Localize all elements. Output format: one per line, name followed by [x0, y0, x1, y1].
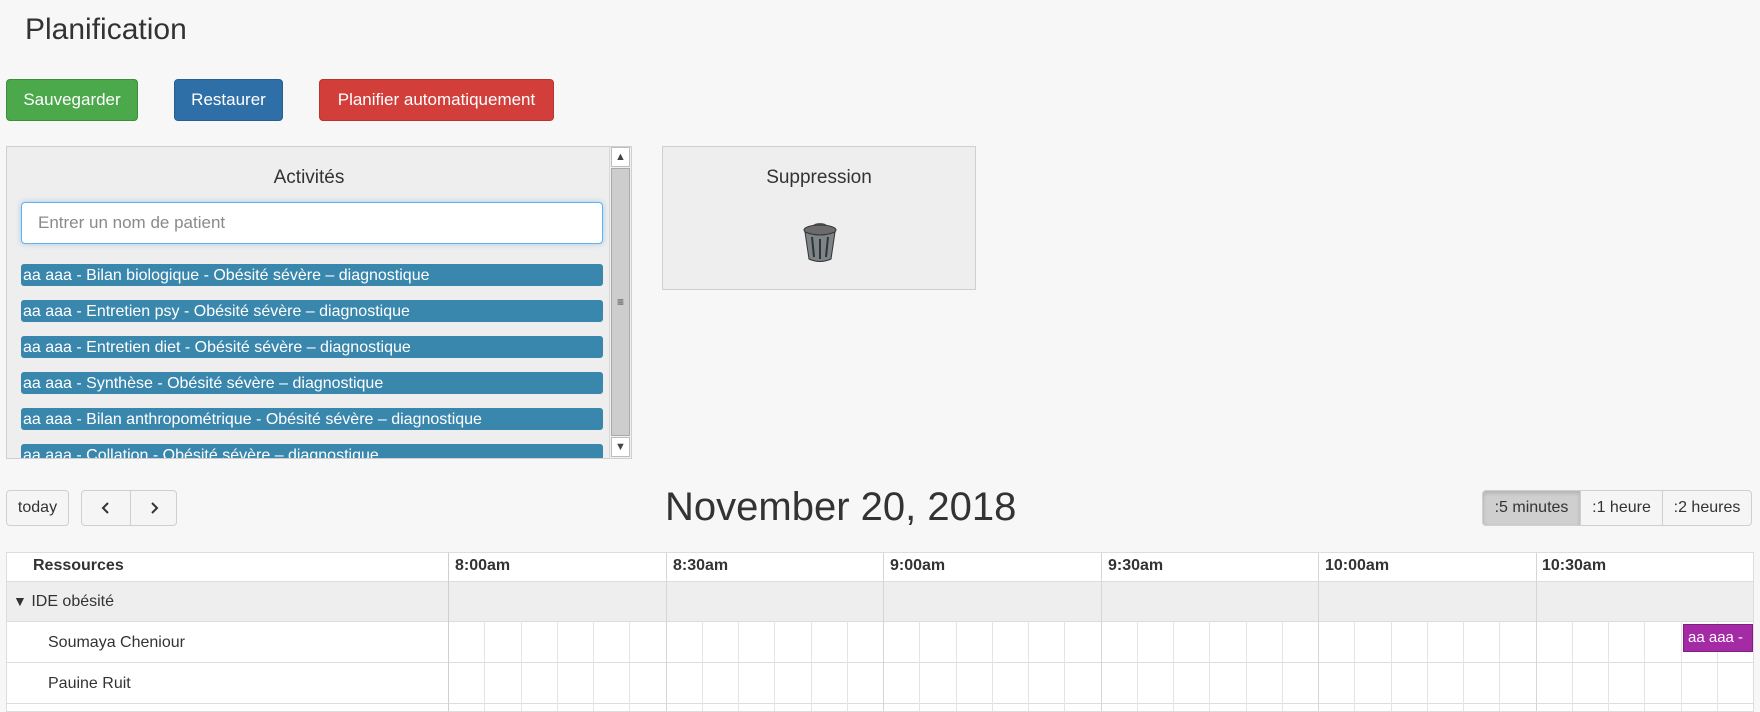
resource-name: Pauine Ruit: [48, 675, 131, 692]
time-slot-line: [1318, 553, 1319, 711]
time-slot-line: [738, 621, 739, 711]
time-slot-line: [521, 621, 522, 711]
scroll-down-icon[interactable]: ▼: [611, 437, 630, 457]
time-slot-line: [593, 621, 594, 711]
time-slot-line: [992, 621, 993, 711]
time-slot-line: [774, 621, 775, 711]
time-slot-line: [1246, 621, 1247, 711]
resources-header: Ressources: [33, 557, 124, 574]
time-slot-line: [1572, 621, 1573, 711]
time-slot-line: [811, 621, 812, 711]
prev-button[interactable]: [81, 490, 131, 526]
page-title: Planification: [25, 13, 187, 46]
suppression-title: Suppression: [766, 167, 872, 188]
time-slot-line: [1282, 621, 1283, 711]
time-slot-line: [557, 621, 558, 711]
save-button[interactable]: Sauvegarder: [6, 79, 138, 121]
chevron-left-icon: [101, 502, 109, 514]
next-button[interactable]: [130, 490, 177, 526]
timeline-grid: Ressources 8:00am 8:30am 9:00am 9:30am 1…: [6, 552, 1754, 712]
time-slot-line: [1209, 621, 1210, 711]
time-slot-line: [1644, 621, 1645, 711]
scroll-up-icon[interactable]: ▲: [611, 147, 630, 167]
time-slot-line: [1536, 553, 1537, 711]
view-5-minutes[interactable]: :5 minutes: [1482, 490, 1581, 526]
time-slot-line: [629, 621, 630, 711]
activity-item[interactable]: aa aaa - Bilan anthropométrique - Obésit…: [21, 408, 603, 430]
time-slot-line: [1463, 621, 1464, 711]
group-row: [7, 581, 1753, 621]
time-slot-line: [484, 621, 485, 711]
time-slot-line: [1101, 553, 1102, 711]
time-label: 8:00am: [455, 557, 511, 574]
time-slot-line: [1137, 621, 1138, 711]
resource-name: Soumaya Cheniour: [48, 634, 185, 651]
activity-item[interactable]: aa aaa - Bilan biologique - Obésité sévè…: [21, 264, 603, 286]
time-label: 9:00am: [890, 557, 946, 574]
time-slot-line: [847, 621, 848, 711]
time-slot-line: [1064, 621, 1065, 711]
group-toggle[interactable]: ▼ IDE obésité: [13, 593, 114, 611]
time-slot-line: [1354, 621, 1355, 711]
calendar-title: November 20, 2018: [665, 485, 1017, 529]
time-slot-line: [956, 621, 957, 711]
time-slot-line: [702, 621, 703, 711]
time-label: 8:30am: [673, 557, 729, 574]
view-1-heure[interactable]: :1 heure: [1580, 490, 1663, 526]
activities-panel: Activités aa aaa - Bilan biologique - Ob…: [6, 146, 632, 459]
activity-item[interactable]: aa aaa - Collation - Obésité sévère – di…: [21, 444, 603, 458]
time-slot-line: [1681, 621, 1682, 711]
time-label: 10:00am: [1325, 557, 1390, 574]
time-slot-line: [1499, 621, 1500, 711]
time-slot-line: [883, 553, 884, 711]
time-slot-line: [919, 621, 920, 711]
activities-title: Activités: [273, 167, 345, 188]
time-label: 9:30am: [1108, 557, 1164, 574]
time-slot-line: [1028, 621, 1029, 711]
time-slot-line: [1173, 621, 1174, 711]
group-name: IDE obésité: [31, 593, 115, 610]
scroll-thumb[interactable]: ≡: [611, 168, 630, 436]
time-slot-line: [1391, 621, 1392, 711]
time-slot-line: [1427, 621, 1428, 711]
auto-schedule-button[interactable]: Planifier automatiquement: [319, 79, 554, 121]
chevron-right-icon: [150, 502, 158, 514]
trash-icon: [803, 223, 837, 262]
suppression-dropzone[interactable]: Suppression: [662, 146, 976, 290]
calendar-event[interactable]: aa aaa -: [1683, 624, 1753, 652]
today-button[interactable]: today: [6, 490, 69, 526]
view-2-heures[interactable]: :2 heures: [1662, 490, 1752, 526]
time-slot-line: [1608, 621, 1609, 711]
activity-item[interactable]: aa aaa - Entretien psy - Obésité sévère …: [21, 300, 603, 322]
restore-button[interactable]: Restaurer: [174, 79, 283, 121]
triangle-down-icon: ▼: [13, 593, 27, 609]
time-label: 10:30am: [1542, 557, 1607, 574]
patient-search-input[interactable]: [21, 202, 603, 244]
activity-item[interactable]: aa aaa - Entretien diet - Obésité sévère…: [21, 336, 603, 358]
time-slot-line: [666, 553, 667, 711]
activity-item[interactable]: aa aaa - Synthèse - Obésité sévère – dia…: [21, 372, 603, 394]
activities-scrollbar[interactable]: ▲ ≡ ▼: [609, 147, 631, 458]
